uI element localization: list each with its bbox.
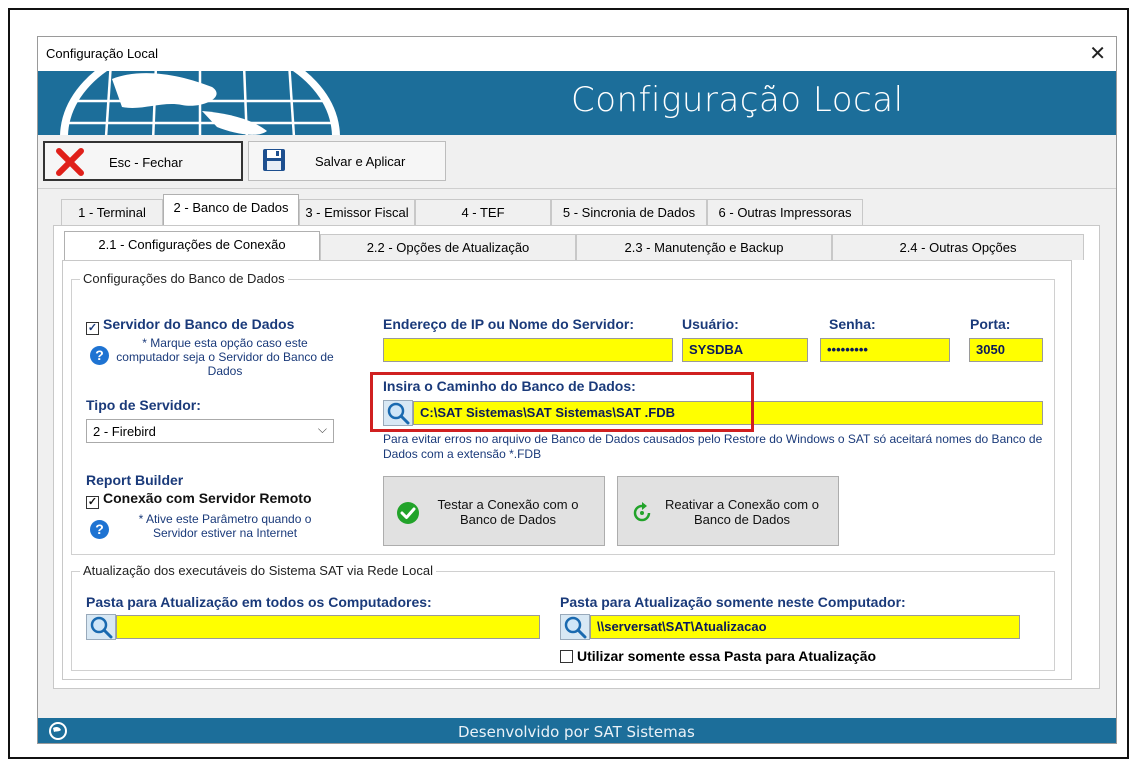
password-label: Senha: [829,316,876,332]
all-computers-folder-input[interactable] [116,615,540,639]
remote-check-mark: ✓ [86,496,99,509]
user-input[interactable]: SYSDBA [682,338,808,362]
this-computer-folder-input[interactable]: \\serversat\SAT\Atualizacao [590,615,1020,639]
remote-connection-checkbox[interactable]: ✓ Conexão com Servidor Remoto [86,490,312,509]
sub-tabs: 2.1 - Configurações de Conexão 2.2 - Opç… [64,231,1084,262]
close-window-icon[interactable]: ✕ [1089,41,1106,66]
all-computers-folder-label: Pasta para Atualização em todos os Compu… [86,594,432,610]
help-icon[interactable]: ? [90,520,109,539]
reactivate-connection-label: Reativar a Conexão com o Banco de Dados [665,497,819,527]
ip-input[interactable] [383,338,673,362]
report-builder-label: Report Builder [86,472,184,488]
magnifier-icon [564,616,587,639]
ip-label: Endereço de IP ou Nome do Servidor: [383,316,635,332]
test-connection-button[interactable]: Testar a Conexão com o Banco de Dados [383,476,605,546]
server-checkbox[interactable]: ✓ Servidor do Banco de Dados [86,316,294,335]
only-folder-check-box [560,650,573,663]
server-type-value: 2 - Firebird [93,424,156,439]
server-type-label: Tipo de Servidor: [86,397,201,413]
title-bar: Configuração Local ✕ [38,37,1116,71]
tab-outras-impressoras[interactable]: 6 - Outras Impressoras [707,199,863,225]
search-button[interactable] [86,614,116,640]
red-x-icon [56,148,84,176]
save-apply-button[interactable]: Salvar e Aplicar [248,141,446,181]
subtab-panel-conexao: Configurações do Banco de Dados ✓ Servido… [62,260,1072,680]
footer-credit: Desenvolvido por SAT Sistemas [458,723,695,741]
tab-emissor-fiscal[interactable]: 3 - Emissor Fiscal [299,199,415,225]
main-tabs: 1 - Terminal 2 - Banco de Dados 3 - Emis… [53,194,1053,225]
save-button-label: Salvar e Aplicar [315,154,406,169]
update-folder-group: Atualização dos executáveis do Sistema S… [71,563,1055,671]
remote-hint: * Ative este Parâmetro quando o Servidor… [138,512,312,540]
tab-panel-banco-de-dados: 2.1 - Configurações de Conexão 2.2 - Opç… [53,225,1100,689]
db-config-group: Configurações do Banco de Dados ✓ Servido… [71,271,1055,555]
subtab-outras-opcoes[interactable]: 2.4 - Outras Opções [832,234,1084,260]
tab-terminal[interactable]: 1 - Terminal [61,199,163,225]
reactivate-connection-button[interactable]: Reativar a Conexão com o Banco de Dados [617,476,839,546]
subtab-configuracoes-conexao[interactable]: 2.1 - Configurações de Conexão [64,231,320,260]
db-config-legend: Configurações do Banco de Dados [80,271,288,286]
server-checkbox-label: Servidor do Banco de Dados [103,316,295,332]
only-folder-checkbox-label: Utilizar somente essa Pasta para Atualiz… [577,648,877,664]
server-check-mark: ✓ [86,322,99,335]
subtab-manutencao-backup[interactable]: 2.3 - Manutenção e Backup [576,234,832,260]
tab-banco-de-dados[interactable]: 2 - Banco de Dados [163,194,299,225]
globe-status-icon [49,722,67,740]
header-banner: Configuração Local [38,71,1116,135]
subtab-opcoes-atualizacao[interactable]: 2.2 - Opções de Atualização [320,234,576,260]
refresh-icon [633,502,651,522]
globe-logo-icon [60,71,340,135]
db-path-note: Para evitar erros no arquivo de Banco de… [383,432,1043,461]
only-this-folder-checkbox[interactable]: Utilizar somente essa Pasta para Atualiz… [560,648,876,664]
help-icon[interactable]: ? [90,346,109,365]
status-bar: Desenvolvido por SAT Sistemas [38,718,1116,743]
user-label: Usuário: [682,316,739,332]
window-title: Configuração Local [46,46,159,61]
remote-checkbox-label: Conexão com Servidor Remoto [103,490,312,506]
server-hint: * Marque esta opção caso este computador… [116,336,334,378]
port-input[interactable]: 3050 [969,338,1043,362]
test-connection-label: Testar a Conexão com o Banco de Dados [437,497,579,527]
magnifier-icon [90,616,113,639]
search-button[interactable] [560,614,590,640]
close-button-label: Esc - Fechar [109,155,183,170]
tab-sincronia-de-dados[interactable]: 5 - Sincronia de Dados [551,199,707,225]
chevron-down-icon: ⌵ [317,422,327,436]
update-folder-legend: Atualização dos executáveis do Sistema S… [80,563,436,578]
toolbar: Esc - Fechar Salvar e Aplicar [38,135,1116,189]
close-button[interactable]: Esc - Fechar [43,141,243,181]
banner-title: Configuração Local [571,80,904,120]
password-input[interactable]: ••••••••• [820,338,950,362]
this-computer-folder-label: Pasta para Atualização somente neste Com… [560,594,906,610]
floppy-disk-icon [263,149,285,171]
config-window: Configuração Local ✕ Configuração Local [37,36,1117,744]
server-type-select[interactable]: 2 - Firebird ⌵ [86,419,334,443]
highlight-box [370,372,754,432]
tab-tef[interactable]: 4 - TEF [415,199,551,225]
green-check-icon [397,502,419,524]
port-label: Porta: [970,316,1011,332]
